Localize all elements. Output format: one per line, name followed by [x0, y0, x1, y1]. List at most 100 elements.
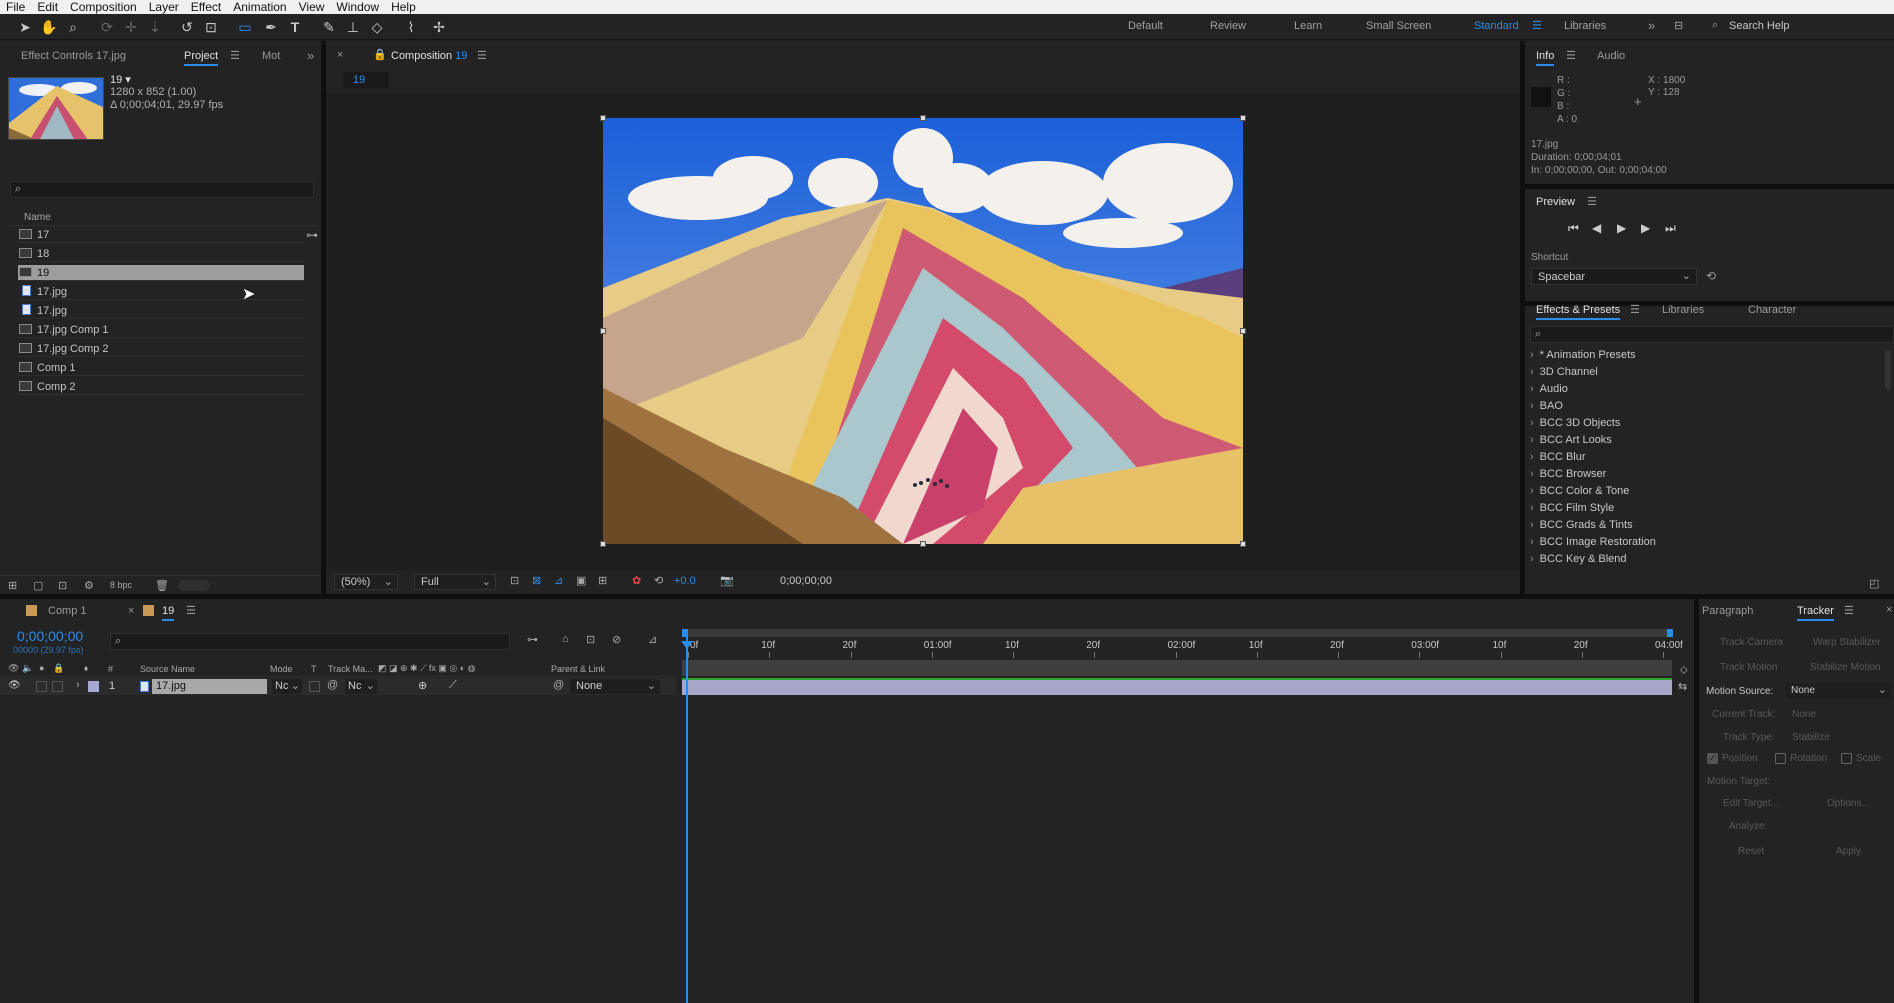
effect-category[interactable]: BCC Image Restoration — [1530, 536, 1656, 548]
eye-icon[interactable]: 👁 — [8, 680, 21, 691]
new-folder-icon[interactable]: ▢ — [33, 579, 43, 592]
timeline-timecode[interactable]: 0;00;00;00 — [17, 628, 83, 644]
panel-overflow-icon[interactable]: » — [307, 48, 314, 63]
preview-title[interactable]: Preview — [1536, 196, 1575, 208]
selection-tool-icon[interactable]: ➤ — [16, 18, 34, 36]
tab-info[interactable]: Info — [1536, 50, 1555, 66]
edit-target-button[interactable]: Edit Target... — [1723, 798, 1779, 809]
interpret-footage-icon[interactable]: ⊞ — [8, 579, 17, 592]
effect-category[interactable]: BCC Film Style — [1530, 502, 1615, 514]
menu-layer[interactable]: Layer — [143, 0, 185, 14]
workspace-default[interactable]: Default — [1128, 20, 1163, 32]
menu-composition[interactable]: Composition — [64, 0, 143, 14]
fast-previews-icon[interactable]: ⊡ — [510, 574, 519, 587]
dolly-tool-icon[interactable]: ⇣ — [146, 18, 164, 36]
next-frame-icon[interactable]: ▶ — [1641, 221, 1650, 235]
mask-visibility-icon[interactable]: ⊿ — [554, 574, 563, 587]
transform-handle[interactable] — [600, 115, 606, 121]
hand-tool-icon[interactable]: ✋ — [40, 18, 58, 36]
project-item[interactable]: Comp 1 — [18, 360, 304, 376]
workspace-review[interactable]: Review — [1210, 20, 1246, 32]
quality-icon[interactable]: ⟋ — [449, 679, 457, 692]
zoom-tool-icon[interactable]: ⌕ — [64, 18, 82, 36]
tab-composition[interactable]: Composition 19 — [391, 50, 467, 62]
switches-icons[interactable]: ◩ ◪ ⊕ ✱ ⟋ fx ▣ ◎ ◐ ◍ — [378, 663, 476, 674]
solo-checkbox[interactable] — [36, 681, 47, 692]
label-tag-icon[interactable]: ⬧ — [84, 663, 88, 674]
lock-icon[interactable]: 🔒 — [373, 48, 387, 61]
flowchart-icon[interactable]: ⊶ — [306, 228, 318, 242]
thumbnail-slider[interactable] — [178, 580, 210, 591]
transform-handle[interactable] — [600, 541, 606, 547]
transform-handle[interactable] — [1240, 328, 1246, 334]
info-menu-icon[interactable]: ☰ — [1566, 49, 1576, 62]
resolution-select[interactable]: Full ⌄ — [414, 574, 496, 590]
col-source-name[interactable]: Source Name — [140, 664, 195, 674]
project-item[interactable]: 17.jpg — [18, 284, 304, 300]
grid-guide-icon[interactable]: ⊞ — [598, 574, 607, 587]
rotate-tool-icon[interactable]: ↺ — [178, 18, 196, 36]
project-item[interactable]: 19 — [18, 265, 304, 281]
transform-handle[interactable] — [1240, 115, 1246, 121]
menu-view[interactable]: View — [293, 0, 331, 14]
reset-shortcut-icon[interactable]: ⟲ — [1706, 269, 1716, 283]
tracker-menu-icon[interactable]: ☰ — [1844, 604, 1854, 617]
track-matte-pickwhip-icon[interactable]: @ — [327, 679, 338, 691]
workspace-menu-icon[interactable]: ☰ — [1532, 19, 1542, 32]
composition-menu-icon[interactable]: ☰ — [477, 49, 487, 62]
parent-select[interactable]: None ⌄ — [570, 679, 660, 694]
region-of-interest-icon[interactable]: ▣ — [576, 574, 586, 587]
comp-subtab[interactable]: 19 — [343, 72, 389, 88]
effect-category[interactable]: BAO — [1530, 400, 1563, 412]
layer-duration-bar[interactable] — [682, 678, 1672, 695]
project-search-input[interactable]: ⌕ — [10, 181, 314, 198]
shy-layers-icon[interactable]: ⊡ — [586, 633, 595, 646]
exposure-value[interactable]: +0.0 — [674, 575, 696, 587]
apply-button[interactable]: Apply — [1836, 846, 1861, 857]
effect-category[interactable]: BCC Key & Blend — [1530, 553, 1627, 565]
transform-handle[interactable] — [920, 115, 926, 121]
new-preset-icon[interactable]: ◰ — [1869, 577, 1879, 590]
work-area-bar[interactable] — [682, 629, 1672, 637]
orbit-tool-icon[interactable]: ⟳ — [98, 18, 116, 36]
lock-checkbox[interactable] — [52, 681, 63, 692]
pan-tool-icon[interactable]: ✛ — [122, 18, 140, 36]
roto-brush-tool-icon[interactable]: ⌇ — [402, 18, 420, 36]
tab-effect-controls[interactable]: Effect Controls 17.jpg — [21, 50, 126, 62]
stabilize-motion-button[interactable]: Stabilize Motion — [1810, 662, 1881, 673]
current-time-indicator[interactable] — [686, 636, 688, 1003]
composition-image[interactable] — [603, 118, 1243, 544]
clone-stamp-tool-icon[interactable]: ⊥ — [344, 18, 362, 36]
playhead-handle[interactable] — [681, 641, 693, 649]
rotation-checkbox[interactable] — [1775, 753, 1786, 764]
workspace-learn[interactable]: Learn — [1294, 20, 1322, 32]
delete-icon[interactable]: 🗑 — [155, 579, 169, 592]
effects-menu-icon[interactable]: ☰ — [1630, 303, 1640, 316]
panel-toggle-icon[interactable]: ⊟ — [1674, 19, 1683, 32]
workspace-small-screen[interactable]: Small Screen — [1366, 20, 1431, 32]
tab-paragraph[interactable]: Paragraph — [1702, 605, 1753, 617]
col-parent-link[interactable]: Parent & Link — [551, 664, 605, 674]
tab-effects-presets[interactable]: Effects & Presets — [1536, 304, 1621, 320]
effects-search-input[interactable]: ⌕ — [1530, 326, 1894, 343]
project-settings-icon[interactable]: ⚙ — [84, 579, 94, 592]
timeline-search-input[interactable]: ⌕ — [110, 633, 510, 650]
rectangle-tool-icon[interactable]: ▭ — [236, 18, 254, 36]
graph-editor-icon[interactable]: ⊿ — [648, 633, 657, 646]
project-item[interactable]: Comp 2 — [18, 379, 304, 395]
comp-button-icon[interactable]: ⇆ — [1678, 680, 1687, 693]
menu-file[interactable]: File — [0, 0, 31, 14]
bit-depth-button[interactable]: 8 bpc — [110, 580, 132, 590]
options-button[interactable]: Options... — [1827, 798, 1870, 809]
timeline-menu-icon[interactable]: ☰ — [186, 604, 196, 617]
close-comp-icon[interactable]: × — [337, 49, 343, 61]
comp-marker-icon[interactable]: ⬦ — [1680, 664, 1688, 677]
new-composition-icon[interactable]: ⊡ — [58, 579, 67, 592]
col-mode[interactable]: Mode — [270, 664, 293, 674]
workspace-standard[interactable]: Standard — [1474, 20, 1519, 32]
zoom-select[interactable]: (50%) ⌄ — [334, 574, 398, 590]
pan-behind-tool-icon[interactable]: ⊡ — [202, 18, 220, 36]
tab-tracker[interactable]: Tracker — [1797, 605, 1834, 621]
preserve-transparency-checkbox[interactable] — [309, 681, 320, 692]
tab-19[interactable]: 19 — [162, 605, 175, 621]
